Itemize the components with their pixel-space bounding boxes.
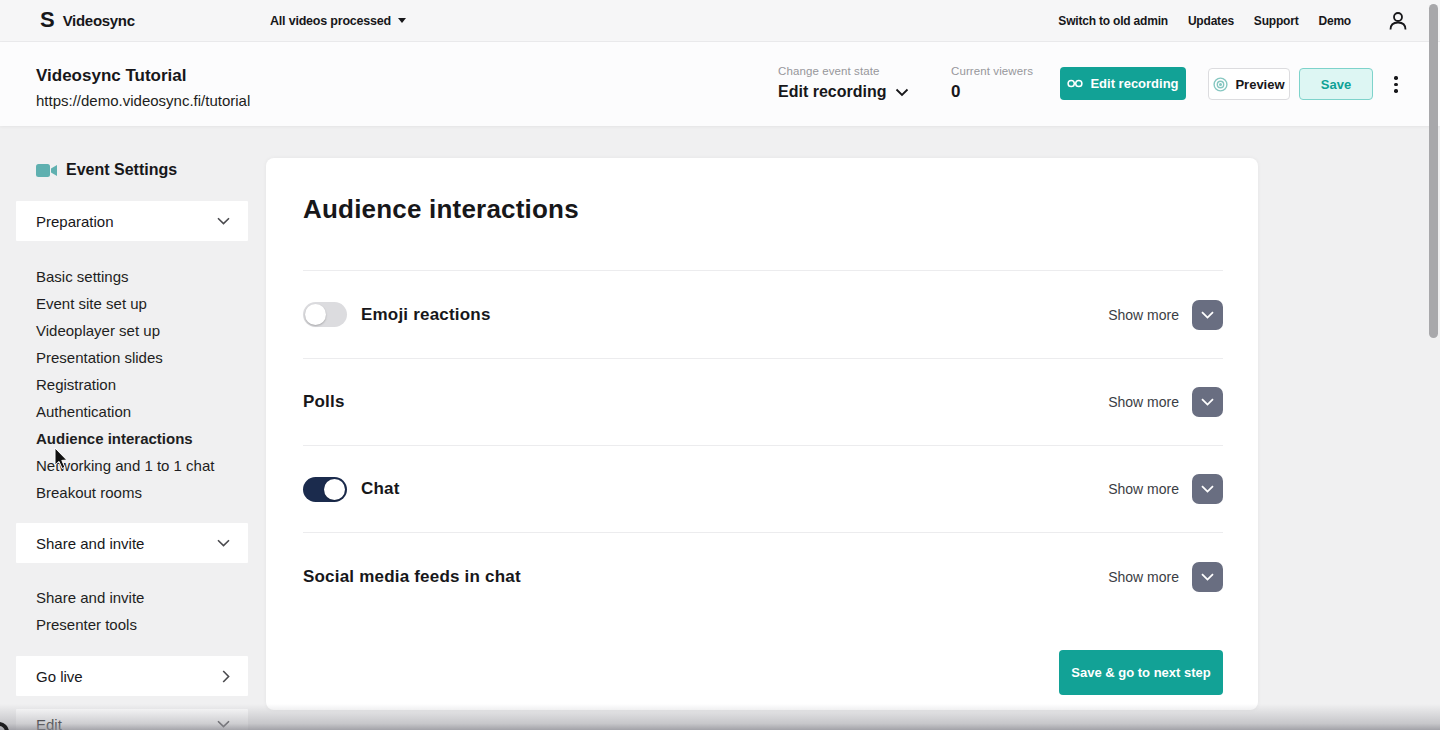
event-state-block: Change event state Edit recording xyxy=(778,65,909,101)
videos-processed-dropdown[interactable]: All videos processed xyxy=(270,14,406,28)
expand-button[interactable] xyxy=(1192,387,1223,417)
chevron-down-icon xyxy=(895,88,909,97)
chevron-down-icon xyxy=(217,539,230,547)
save-label: Save xyxy=(1321,77,1351,92)
nav-switch-old-admin[interactable]: Switch to old admin xyxy=(1058,14,1168,28)
nav-updates[interactable]: Updates xyxy=(1188,14,1234,28)
sidebar-item-breakout-rooms[interactable]: Breakout rooms xyxy=(36,479,214,506)
save-next-step-button[interactable]: Save & go to next step xyxy=(1059,650,1223,695)
videosync-logo[interactable]: S Videosync xyxy=(40,10,135,32)
current-viewers-block: Current viewers 0 xyxy=(951,65,1033,102)
feature-label: Social media feeds in chat xyxy=(303,567,521,587)
current-viewers-label: Current viewers xyxy=(951,65,1033,77)
preview-label: Preview xyxy=(1235,77,1284,92)
feature-row-social-media: Social media feeds in chat Show more xyxy=(303,532,1223,620)
chevron-down-icon xyxy=(1201,485,1214,493)
sidebar-item-share-and-invite[interactable]: Share and invite xyxy=(36,584,144,611)
save-next-label: Save & go to next step xyxy=(1071,665,1210,680)
videos-processed-label: All videos processed xyxy=(270,14,391,28)
sidebar-section-go-live[interactable]: Go live xyxy=(16,656,248,696)
nav-demo[interactable]: Demo xyxy=(1318,14,1351,28)
section-label: Preparation xyxy=(36,213,114,230)
card-heading: Audience interactions xyxy=(303,194,579,225)
save-button[interactable]: Save xyxy=(1299,68,1373,100)
chevron-down-icon xyxy=(1201,573,1214,581)
top-nav: Switch to old admin Updates Support Demo xyxy=(1058,10,1409,32)
chevron-down-icon xyxy=(217,720,230,728)
feature-rows: Emoji reactions Show more Polls Show mor… xyxy=(303,270,1223,620)
corner-artifact xyxy=(0,722,9,730)
event-settings-title: Event Settings xyxy=(36,161,177,179)
user-account-icon[interactable] xyxy=(1387,10,1409,32)
expand-button[interactable] xyxy=(1192,562,1223,592)
sidebar-item-videoplayer-set-up[interactable]: Videoplayer set up xyxy=(36,317,214,344)
feature-row-emoji-reactions: Emoji reactions Show more xyxy=(303,270,1223,358)
feature-row-polls: Polls Show more xyxy=(303,358,1223,445)
event-state-value: Edit recording xyxy=(778,83,886,101)
feature-row-chat: Chat Show more xyxy=(303,445,1223,532)
recording-icon xyxy=(1067,79,1083,88)
section-label: Share and invite xyxy=(36,535,144,552)
video-camera-icon xyxy=(36,163,57,178)
more-options-menu[interactable] xyxy=(1391,74,1401,95)
sidebar-item-event-site-set-up[interactable]: Event site set up xyxy=(36,290,214,317)
feature-label: Emoji reactions xyxy=(361,305,491,325)
sidebar-section-edit[interactable]: Edit xyxy=(16,709,248,730)
feature-label: Polls xyxy=(303,392,345,412)
audience-interactions-card: Audience interactions Emoji reactions Sh… xyxy=(266,158,1258,710)
event-title-block: Videosync Tutorial https://demo.videosyn… xyxy=(36,66,250,109)
show-more-link[interactable]: Show more xyxy=(1108,307,1179,323)
logo-text: Videosync xyxy=(63,12,135,29)
event-state-label: Change event state xyxy=(778,65,909,77)
chevron-right-icon xyxy=(222,670,230,683)
sidebar-item-registration[interactable]: Registration xyxy=(36,371,214,398)
sidebar-item-basic-settings[interactable]: Basic settings xyxy=(36,263,214,290)
sidebar-section-share-invite[interactable]: Share and invite xyxy=(16,523,248,563)
show-more-link[interactable]: Show more xyxy=(1108,569,1179,585)
chevron-down-icon xyxy=(1201,398,1214,406)
current-viewers-count: 0 xyxy=(951,82,1033,102)
logo-icon: S xyxy=(40,9,55,31)
event-header: Videosync Tutorial https://demo.videosyn… xyxy=(0,42,1440,126)
caret-down-icon xyxy=(398,18,406,23)
scrollbar-thumb[interactable] xyxy=(1429,4,1438,338)
chevron-down-icon xyxy=(1201,311,1214,319)
show-more-link[interactable]: Show more xyxy=(1108,481,1179,497)
feature-label: Chat xyxy=(361,479,400,499)
page-title: Videosync Tutorial xyxy=(36,66,250,86)
expand-button[interactable] xyxy=(1192,300,1223,330)
edit-recording-button[interactable]: Edit recording xyxy=(1060,67,1186,100)
sidebar-item-presentation-slides[interactable]: Presentation slides xyxy=(36,344,214,371)
share-menu: Share and invite Presenter tools xyxy=(36,584,144,638)
top-bar: S Videosync All videos processed Switch … xyxy=(0,0,1440,42)
section-label: Go live xyxy=(36,668,83,685)
sidebar-item-authentication[interactable]: Authentication xyxy=(36,398,214,425)
event-state-dropdown[interactable]: Edit recording xyxy=(778,83,909,101)
section-label: Edit xyxy=(36,716,62,730)
expand-button[interactable] xyxy=(1192,474,1223,504)
mouse-cursor xyxy=(54,448,69,470)
sidebar-item-presenter-tools[interactable]: Presenter tools xyxy=(36,611,144,638)
preview-button[interactable]: Preview xyxy=(1208,68,1290,100)
nav-support[interactable]: Support xyxy=(1254,14,1299,28)
sidebar-section-preparation[interactable]: Preparation xyxy=(16,201,248,241)
edit-recording-label: Edit recording xyxy=(1090,76,1178,91)
chevron-down-icon xyxy=(217,217,230,225)
event-url[interactable]: https://demo.videosync.fi/tutorial xyxy=(36,92,250,109)
show-more-link[interactable]: Show more xyxy=(1108,394,1179,410)
emoji-reactions-toggle[interactable] xyxy=(303,302,347,327)
chat-toggle[interactable] xyxy=(303,477,347,502)
preview-icon xyxy=(1213,77,1228,92)
event-settings-label: Event Settings xyxy=(66,161,177,179)
